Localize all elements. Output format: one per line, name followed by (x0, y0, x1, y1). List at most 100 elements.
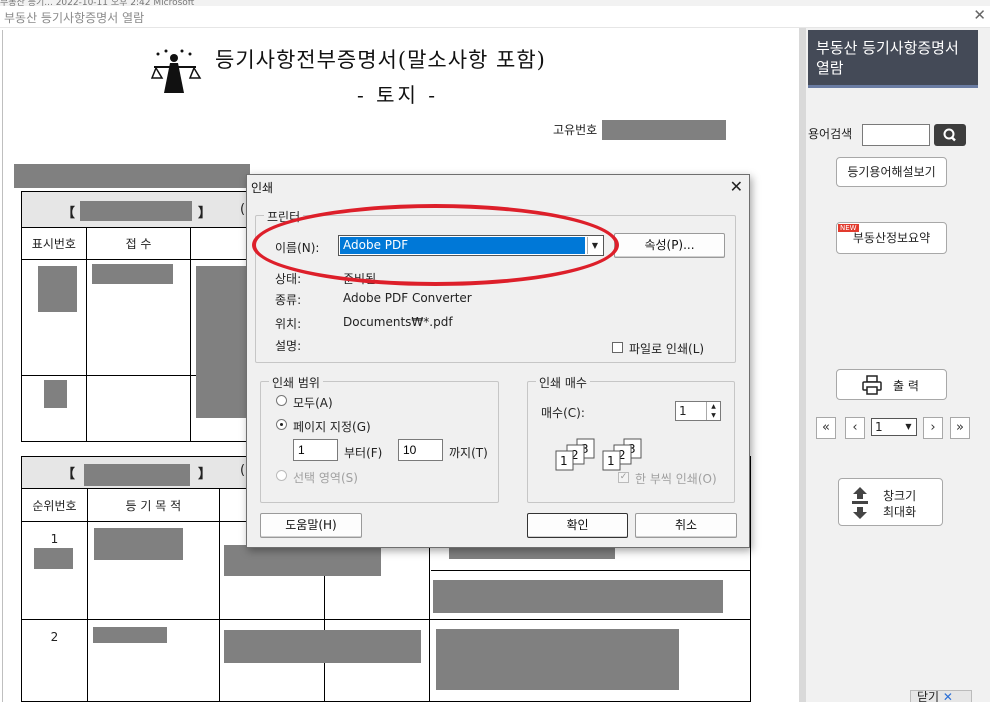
next-page-button[interactable]: › (923, 417, 943, 439)
property-summary-button[interactable]: NEW 부동산정보요약 (836, 222, 947, 254)
redacted-block (93, 627, 167, 643)
cell-divider (431, 570, 751, 571)
bracket-close: 】 (198, 467, 212, 482)
property-summary-label: 부동산정보요약 (852, 231, 931, 245)
group-label: 인쇄 매수 (536, 374, 590, 391)
glossary-button[interactable]: 등기용어해설보기 (836, 157, 947, 187)
first-page-button[interactable]: « (816, 417, 836, 439)
dialog-title: 인쇄 (251, 181, 274, 195)
unique-number-label: 고유번호 (553, 123, 598, 137)
properties-button[interactable]: 속성(P)... (614, 233, 725, 258)
range-all-radio[interactable] (276, 395, 287, 406)
bracket-open: 【 (62, 467, 76, 482)
annotation-oval (252, 204, 619, 286)
table-cell: 2 (21, 619, 88, 702)
redacted-block (224, 545, 381, 576)
last-page-button[interactable]: » (950, 417, 970, 439)
range-pages-radio[interactable] (276, 419, 287, 430)
document-title: 등기사항전부증명서(말소사항 포함) (215, 48, 546, 72)
redacted-block (92, 264, 173, 284)
svg-text:1: 1 (607, 454, 615, 468)
column-header: 등 기 목 적 (86, 488, 220, 522)
page-select-value: 1 (875, 420, 883, 434)
ok-button[interactable]: 확인 (527, 513, 628, 538)
window-title: 부동산 등기사항증명서 열람 (4, 11, 145, 25)
collate-pages-icon: 3 2 1 (602, 438, 642, 471)
redacted-block (14, 164, 250, 188)
court-logo-icon (150, 49, 202, 93)
close-icon[interactable]: ✕ (730, 177, 743, 196)
redacted-block (84, 464, 190, 486)
status-label: 상태: (275, 272, 302, 286)
sidebar-title: 부동산 등기사항증명서 열람 (808, 30, 978, 88)
location-value: Documents₩*.pdf (343, 315, 453, 329)
to-label: 까지(T) (449, 446, 488, 460)
copies-stepper[interactable]: 1 ▲ ▼ (675, 401, 721, 421)
redacted-block (224, 630, 421, 663)
redacted-block (44, 380, 67, 408)
redacted-block (196, 266, 246, 418)
range-pages-label: 페이지 지정(G) (293, 420, 371, 434)
page-edge (2, 30, 3, 702)
window-titlebar: 부동산 등기사항증명서 열람 ✕ (0, 6, 990, 28)
close-icon: ✕ (942, 690, 953, 702)
redacted-block (94, 528, 183, 560)
from-page-input[interactable] (293, 439, 338, 461)
redacted-block (433, 580, 723, 613)
bracket-open: 【 (62, 206, 76, 221)
close-tab[interactable]: 닫기 ✕ (910, 690, 972, 702)
document-subtitle: - 토지 - (357, 83, 439, 107)
range-selection-label: 선택 영역(S) (293, 471, 358, 485)
location-label: 위치: (275, 317, 302, 331)
print-button[interactable]: 출 력 (836, 369, 947, 400)
paren: ( (240, 463, 246, 478)
cancel-button[interactable]: 취소 (635, 513, 737, 538)
help-button[interactable]: 도움말(H) (260, 513, 362, 538)
redacted-block (436, 629, 679, 690)
print-label: 출 력 (893, 379, 919, 393)
type-label: 종류: (275, 293, 302, 307)
search-label: 용어검색 (808, 127, 853, 141)
table-cell: 1 (21, 521, 88, 620)
paren: ( (240, 202, 246, 217)
chevron-down-icon: ▼ (905, 422, 912, 431)
print-to-file-label: 파일로 인쇄(L) (629, 342, 705, 356)
to-page-input[interactable] (398, 439, 443, 461)
chevron-up-icon[interactable]: ▲ (706, 402, 720, 411)
from-label: 부터(F) (344, 446, 383, 460)
search-button[interactable] (934, 124, 966, 146)
resize-arrows-icon (852, 487, 868, 519)
collate-pages-icon: 3 2 1 (555, 438, 595, 471)
redacted-block (80, 201, 192, 221)
copies-label: 매수(C): (541, 406, 585, 420)
chevron-down-icon[interactable]: ▼ (706, 411, 720, 420)
maximize-window-button[interactable]: 창크기 최대화 (838, 478, 943, 526)
svg-text:1: 1 (560, 454, 568, 468)
type-value: Adobe PDF Converter (343, 291, 472, 305)
search-input[interactable] (862, 124, 930, 146)
close-window-icon[interactable]: ✕ (973, 6, 986, 24)
range-selection-radio[interactable] (276, 470, 287, 481)
maximize-label-line2: 최대화 (883, 505, 917, 519)
prev-page-button[interactable]: ‹ (845, 417, 865, 439)
print-to-file-checkbox[interactable] (612, 342, 623, 353)
column-header: 순위번호 (21, 488, 88, 522)
printer-icon (862, 375, 882, 395)
collate-checkbox[interactable]: ✓ (618, 472, 629, 483)
column-header: 접 수 (85, 227, 192, 260)
new-badge: NEW (838, 224, 859, 232)
bracket-close: 】 (198, 206, 212, 221)
range-all-label: 모두(A) (293, 396, 333, 410)
document-scrollbar[interactable] (799, 28, 806, 702)
group-label: 인쇄 범위 (269, 374, 323, 391)
page-select[interactable]: 1 ▼ (871, 418, 917, 436)
maximize-label-line1: 창크기 (883, 489, 917, 503)
redacted-block (602, 120, 726, 140)
collate-label: 한 부씩 인쇄(O) (635, 472, 717, 486)
column-header: 표시번호 (21, 227, 87, 260)
close-tab-label: 닫기 (917, 690, 940, 702)
search-icon (943, 128, 956, 142)
redacted-block (38, 266, 77, 312)
comment-label: 설명: (275, 339, 302, 353)
redacted-block (34, 548, 73, 569)
